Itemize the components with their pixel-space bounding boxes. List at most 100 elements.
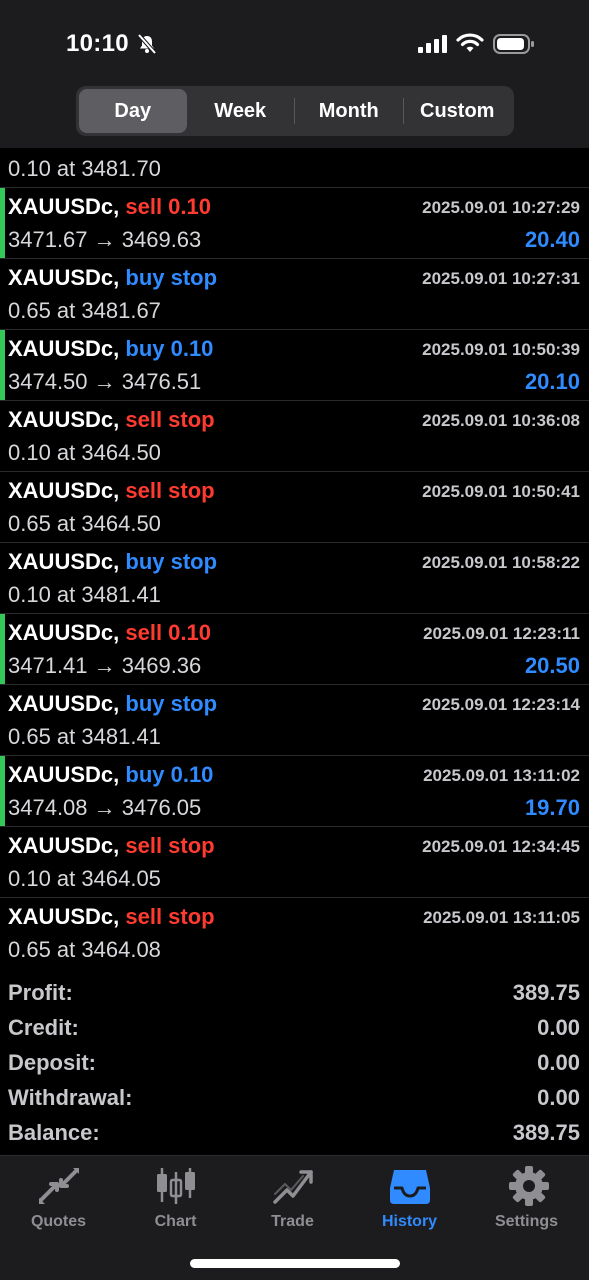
order-price: 0.65 at 3464.08 — [8, 937, 161, 962]
summary-value: 0.00 — [537, 1015, 580, 1040]
list-item[interactable]: XAUUSDc, buy stop 2025.09.01 12:23:14 0.65… — [0, 685, 589, 756]
order-profit: 20.50 — [524, 653, 580, 678]
list-item[interactable]: XAUUSDc, buy 0.10 2025.09.01 13:11:02 3474… — [0, 756, 589, 827]
order-time: 2025.09.01 10:27:31 — [422, 269, 580, 288]
orders-list[interactable]: 0.10 at 3481.70 XAUUSDc, sell 0.10 2025.0… — [0, 148, 589, 968]
summary-label: Credit: — [8, 1015, 79, 1040]
order-symbol: XAUUSDc, — [8, 691, 120, 716]
tab-label: Trade — [271, 1213, 314, 1230]
list-item[interactable]: XAUUSDc, buy stop 2025.09.01 10:58:22 0.10… — [0, 543, 589, 614]
trade-icon — [272, 1170, 313, 1204]
list-item[interactable]: XAUUSDc, sell stop 2025.09.01 13:11:05 0.6… — [0, 898, 589, 968]
filled-deal-marker — [0, 188, 5, 258]
segment-day[interactable]: Day — [79, 89, 187, 133]
summary-label: Deposit: — [8, 1050, 96, 1075]
order-price: 0.10 at 3481.41 — [8, 582, 161, 607]
order-profit: 20.10 — [524, 369, 580, 394]
summary-value: 0.00 — [537, 1085, 580, 1110]
order-price: 0.65 at 3481.67 — [8, 298, 161, 323]
tab-label: Quotes — [30, 1213, 87, 1230]
order-type: buy stop — [125, 691, 218, 716]
order-time: 2025.09.01 13:11:05 — [423, 908, 580, 927]
segment-custom[interactable]: Custom — [404, 89, 512, 133]
chart-icon — [156, 1168, 195, 1204]
order-type: buy 0.10 — [125, 336, 214, 361]
order-symbol: XAUUSDc, — [8, 904, 120, 929]
tab-quotes[interactable]: Quotes — [0, 1156, 117, 1246]
tab-label: Chart — [154, 1213, 197, 1230]
tab-label: History — [381, 1213, 438, 1230]
order-symbol: XAUUSDc, — [8, 194, 120, 219]
order-price: 0.65 at 3464.50 — [8, 511, 161, 536]
battery-icon — [493, 34, 534, 54]
order-symbol: XAUUSDc, — [8, 762, 120, 787]
list-item[interactable]: XAUUSDc, buy stop 2025.09.01 10:27:31 0.65… — [0, 259, 589, 330]
order-time: 2025.09.01 10:50:41 — [422, 482, 580, 501]
history-summary: Profit: 389.75 Credit: 0.00 Deposit: 0.0… — [0, 968, 589, 1155]
list-item[interactable]: XAUUSDc, sell stop 2025.09.01 10:50:41 0.6… — [0, 472, 589, 543]
order-type: buy stop — [125, 265, 218, 290]
order-price: 3474.08 → 3476.05 — [8, 795, 202, 820]
order-header: XAUUSDc, sell stop — [8, 904, 215, 930]
order-time: 2025.09.01 10:58:22 — [422, 553, 580, 572]
list-item[interactable]: XAUUSDc, sell 0.10 2025.09.01 10:27:29 347… — [0, 188, 589, 259]
status-bar: 10:10 — [0, 0, 589, 84]
order-symbol: XAUUSDc, — [8, 549, 120, 574]
list-item[interactable]: XAUUSDc, sell stop 2025.09.01 10:36:08 0.1… — [0, 401, 589, 472]
segment-week[interactable]: Week — [187, 89, 295, 133]
order-type: buy stop — [125, 549, 218, 574]
summary-value: 389.75 — [512, 1120, 580, 1145]
order-price: 3471.67 → 3469.63 — [8, 227, 202, 252]
order-price: 3471.41 → 3469.36 — [8, 653, 202, 678]
order-price: 0.10 at 3464.05 — [8, 866, 161, 891]
order-header: XAUUSDc, sell 0.10 — [8, 194, 211, 220]
summary-label: Profit: — [8, 980, 73, 1005]
order-symbol: XAUUSDc, — [8, 833, 120, 858]
bell-slash-icon — [137, 33, 157, 55]
summary-deposit: Deposit: 0.00 — [0, 1046, 589, 1081]
tab-history[interactable]: History — [351, 1156, 468, 1246]
tab-chart[interactable]: Chart — [117, 1156, 234, 1246]
list-item[interactable]: XAUUSDc, sell 0.10 2025.09.01 12:23:11 347… — [0, 614, 589, 685]
order-symbol: XAUUSDc, — [8, 407, 120, 432]
order-time: 2025.09.01 12:34:45 — [422, 837, 580, 856]
order-type: sell stop — [125, 407, 215, 432]
filled-deal-marker — [0, 614, 5, 684]
order-type: sell stop — [125, 833, 215, 858]
order-symbol: XAUUSDc, — [8, 620, 120, 645]
order-price: 3474.50 → 3476.51 — [8, 369, 202, 394]
list-item[interactable]: XAUUSDc, sell stop 2025.09.01 12:34:45 0.1… — [0, 827, 589, 898]
segment-month[interactable]: Month — [295, 89, 403, 133]
history-icon — [389, 1170, 430, 1204]
order-price: 0.10 at 3481.70 — [8, 156, 161, 181]
order-header: XAUUSDc, buy 0.10 — [8, 762, 213, 788]
tab-trade[interactable]: Trade — [234, 1156, 351, 1246]
settings-icon — [508, 1166, 549, 1206]
order-symbol: XAUUSDc, — [8, 265, 120, 290]
list-item[interactable]: XAUUSDc, buy 0.10 2025.09.01 10:50:39 3474… — [0, 330, 589, 401]
status-time: 10:10 — [66, 30, 129, 57]
order-time: 2025.09.01 12:23:14 — [422, 695, 580, 714]
summary-label: Balance: — [8, 1120, 100, 1145]
filled-deal-marker — [0, 330, 5, 400]
order-time: 2025.09.01 12:23:11 — [423, 624, 580, 643]
summary-withdrawal: Withdrawal: 0.00 — [0, 1081, 589, 1116]
order-header: XAUUSDc, sell stop — [8, 407, 215, 433]
summary-credit: Credit: 0.00 — [0, 1011, 589, 1046]
order-header: XAUUSDc, sell stop — [8, 478, 215, 504]
tab-settings[interactable]: Settings — [468, 1156, 589, 1246]
tab-label: Settings — [494, 1213, 559, 1230]
summary-value: 0.00 — [537, 1050, 580, 1075]
list-item-partial[interactable]: 0.10 at 3481.70 — [0, 148, 589, 188]
home-indicator[interactable] — [190, 1259, 400, 1268]
summary-balance: Balance: 389.75 — [0, 1116, 589, 1151]
summary-value: 389.75 — [512, 980, 580, 1005]
order-time: 2025.09.01 10:27:29 — [422, 198, 580, 217]
order-time: 2025.09.01 13:11:02 — [423, 766, 580, 785]
order-profit: 20.40 — [524, 227, 580, 252]
order-profit: 19.70 — [524, 795, 580, 820]
period-segmented-control: Day Week Month Custom — [76, 86, 514, 136]
order-header: XAUUSDc, buy stop — [8, 265, 217, 291]
order-type: sell stop — [125, 904, 215, 929]
order-type: sell 0.10 — [125, 620, 212, 645]
